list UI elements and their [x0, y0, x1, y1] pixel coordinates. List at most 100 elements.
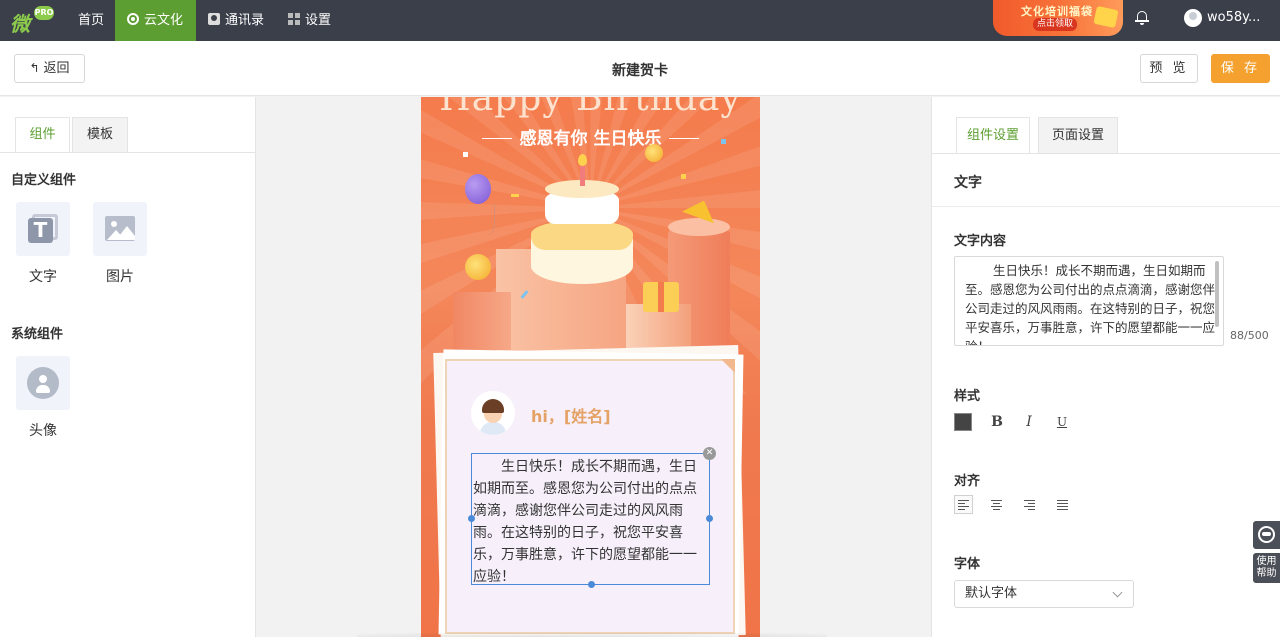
card-headline: Happy Birthday [439, 97, 742, 119]
balloon-illustration [465, 174, 491, 204]
gift-bag-icon [1093, 5, 1119, 29]
align-label: 对齐 [954, 474, 981, 489]
custom-components-title: 自定义组件 [11, 173, 77, 188]
tab-components[interactable]: 组件 [15, 117, 70, 153]
resize-handle-right[interactable] [706, 515, 713, 522]
editor-toolbar: ↰ 返回 新建贺卡 预 览 保 存 [0, 41, 1280, 96]
logo-mark: 微 [10, 12, 30, 36]
avatar-icon [27, 367, 59, 399]
text-color-swatch[interactable] [954, 413, 972, 431]
align-justify-icon[interactable] [1053, 495, 1072, 514]
subheadline-line-right [669, 138, 700, 139]
right-tab-divider [932, 153, 1280, 154]
nav-home-label: 首页 [78, 13, 105, 28]
promo-banner[interactable]: 文化培训福袋 点击领取 [993, 0, 1123, 36]
pillar-top [668, 218, 730, 236]
component-image[interactable]: 图片 [92, 202, 148, 286]
align-left-icon[interactable] [954, 495, 973, 514]
selected-text-component[interactable]: 生日快乐！成长不期而遇，生日如期而至。感恩您为公司付出的点点滴滴，感谢您伴公司走… [468, 447, 716, 588]
component-image-label: 图片 [106, 269, 134, 285]
tab-page-settings[interactable]: 页面设置 [1038, 117, 1118, 154]
chevron-down-icon [1112, 587, 1123, 598]
text-content-label: 文字内容 [954, 234, 1007, 249]
font-label: 字体 [954, 557, 981, 572]
greeting-name[interactable]: hi，[姓名] [531, 403, 611, 427]
candle-flame [578, 154, 587, 166]
top-nav: 微 PRO 首页 云文化 通讯录 设置 文化培训福袋 点击领取 wo58y... [0, 0, 1280, 41]
underline-button[interactable]: U [1053, 413, 1071, 431]
tab-component-settings[interactable]: 组件设置 [956, 117, 1030, 154]
text-content-textarea[interactable]: 生日快乐！成长不期而遇，生日如期而至。感恩您为公司付出的点点滴滴，感谢您伴公司走… [954, 256, 1224, 346]
char-count: 88/500 [1230, 329, 1269, 342]
confetti [721, 139, 726, 144]
settings-section-title: 文字 [954, 175, 982, 191]
confetti [511, 194, 519, 197]
candle-illustration [580, 164, 585, 186]
resize-handle-left[interactable] [468, 515, 475, 522]
align-center-icon[interactable] [987, 495, 1006, 514]
coin-illustration-small [645, 144, 663, 162]
left-block [453, 292, 511, 350]
font-select-value: 默认字体 [965, 586, 1018, 601]
textarea-scrollbar[interactable] [1215, 261, 1219, 327]
nav-contacts-label: 通讯录 [225, 13, 265, 28]
grid-icon [288, 13, 300, 25]
font-select[interactable]: 默认字体 [954, 580, 1134, 608]
nav-cloud-culture-label: 云文化 [144, 13, 184, 28]
subheadline-line-left [481, 138, 512, 139]
canvas-shadow [357, 633, 827, 637]
bell-icon[interactable] [1134, 9, 1150, 27]
settings-divider [932, 206, 1280, 207]
recipient-avatar[interactable] [471, 391, 515, 435]
text-icon: T [28, 214, 58, 244]
nav-contacts[interactable]: 通讯录 [196, 0, 276, 41]
contacts-icon [208, 13, 220, 25]
app-logo[interactable]: 微 PRO [10, 6, 54, 36]
text-content-value: 生日快乐！成长不期而遇，生日如期而至。感恩您为公司付出的点点滴滴，感谢您伴公司走… [965, 263, 1216, 345]
image-icon [105, 216, 135, 241]
promo-subtitle: 点击领取 [1033, 18, 1078, 31]
nav-home[interactable]: 首页 [66, 0, 116, 41]
user-avatar[interactable] [1184, 9, 1202, 27]
nav-settings-label: 设置 [305, 13, 332, 28]
component-text-tile: T [16, 202, 70, 256]
promo-title: 文化培训福袋 [1021, 5, 1093, 18]
component-text-label: 文字 [29, 269, 57, 285]
gift-illustration [643, 282, 679, 312]
component-avatar-tile [16, 356, 70, 410]
component-avatar-label: 头像 [29, 423, 57, 439]
components-panel: 组件 模板 自定义组件 T 文字 图片 系统组件 头像 [0, 97, 256, 637]
preview-button[interactable]: 预 览 [1140, 54, 1198, 83]
bold-button[interactable]: B [988, 413, 1006, 431]
component-avatar[interactable]: 头像 [15, 356, 71, 440]
tab-templates[interactable]: 模板 [72, 117, 128, 153]
confetti [681, 174, 686, 179]
nav-cloud-culture[interactable]: 云文化 [115, 0, 196, 41]
paper-corner-fold [721, 359, 735, 373]
username[interactable]: wo58y... [1207, 0, 1260, 36]
save-button[interactable]: 保 存 [1211, 54, 1270, 83]
component-text[interactable]: T 文字 [15, 202, 71, 286]
customer-service-icon[interactable] [1253, 521, 1280, 549]
page-title: 新建贺卡 [612, 63, 668, 79]
settings-panel: 组件设置 页面设置 文字 文字内容 生日快乐！成长不期而遇，生日如期而至。感恩您… [931, 97, 1280, 637]
help-button[interactable]: 使用帮助 [1253, 553, 1280, 583]
card-subheadline-text: 感恩有你 生日快乐 [519, 129, 662, 149]
cloud-flower-icon [127, 13, 139, 25]
nav-settings[interactable]: 设置 [276, 0, 343, 41]
resize-handle-bottom[interactable] [588, 581, 595, 588]
card-subheadline: 感恩有你 生日快乐 [421, 124, 760, 149]
system-components-title: 系统组件 [11, 327, 64, 342]
coin-illustration [465, 254, 491, 280]
component-image-tile [93, 202, 147, 256]
italic-button[interactable]: I [1020, 413, 1038, 431]
editor-canvas: Happy Birthday 感恩有你 生日快乐 hi，[姓名] 生日快乐！成长… [257, 97, 930, 637]
greeting-card[interactable]: Happy Birthday 感恩有你 生日快乐 hi，[姓名] 生日快乐！成长… [421, 97, 760, 637]
cake-icing [531, 220, 633, 250]
confetti [463, 152, 468, 157]
logo-badge: PRO [34, 6, 54, 20]
delete-component-icon[interactable]: ✕ [703, 447, 716, 460]
tab-divider [0, 152, 256, 153]
style-label: 样式 [954, 389, 981, 404]
align-right-icon[interactable] [1020, 495, 1039, 514]
